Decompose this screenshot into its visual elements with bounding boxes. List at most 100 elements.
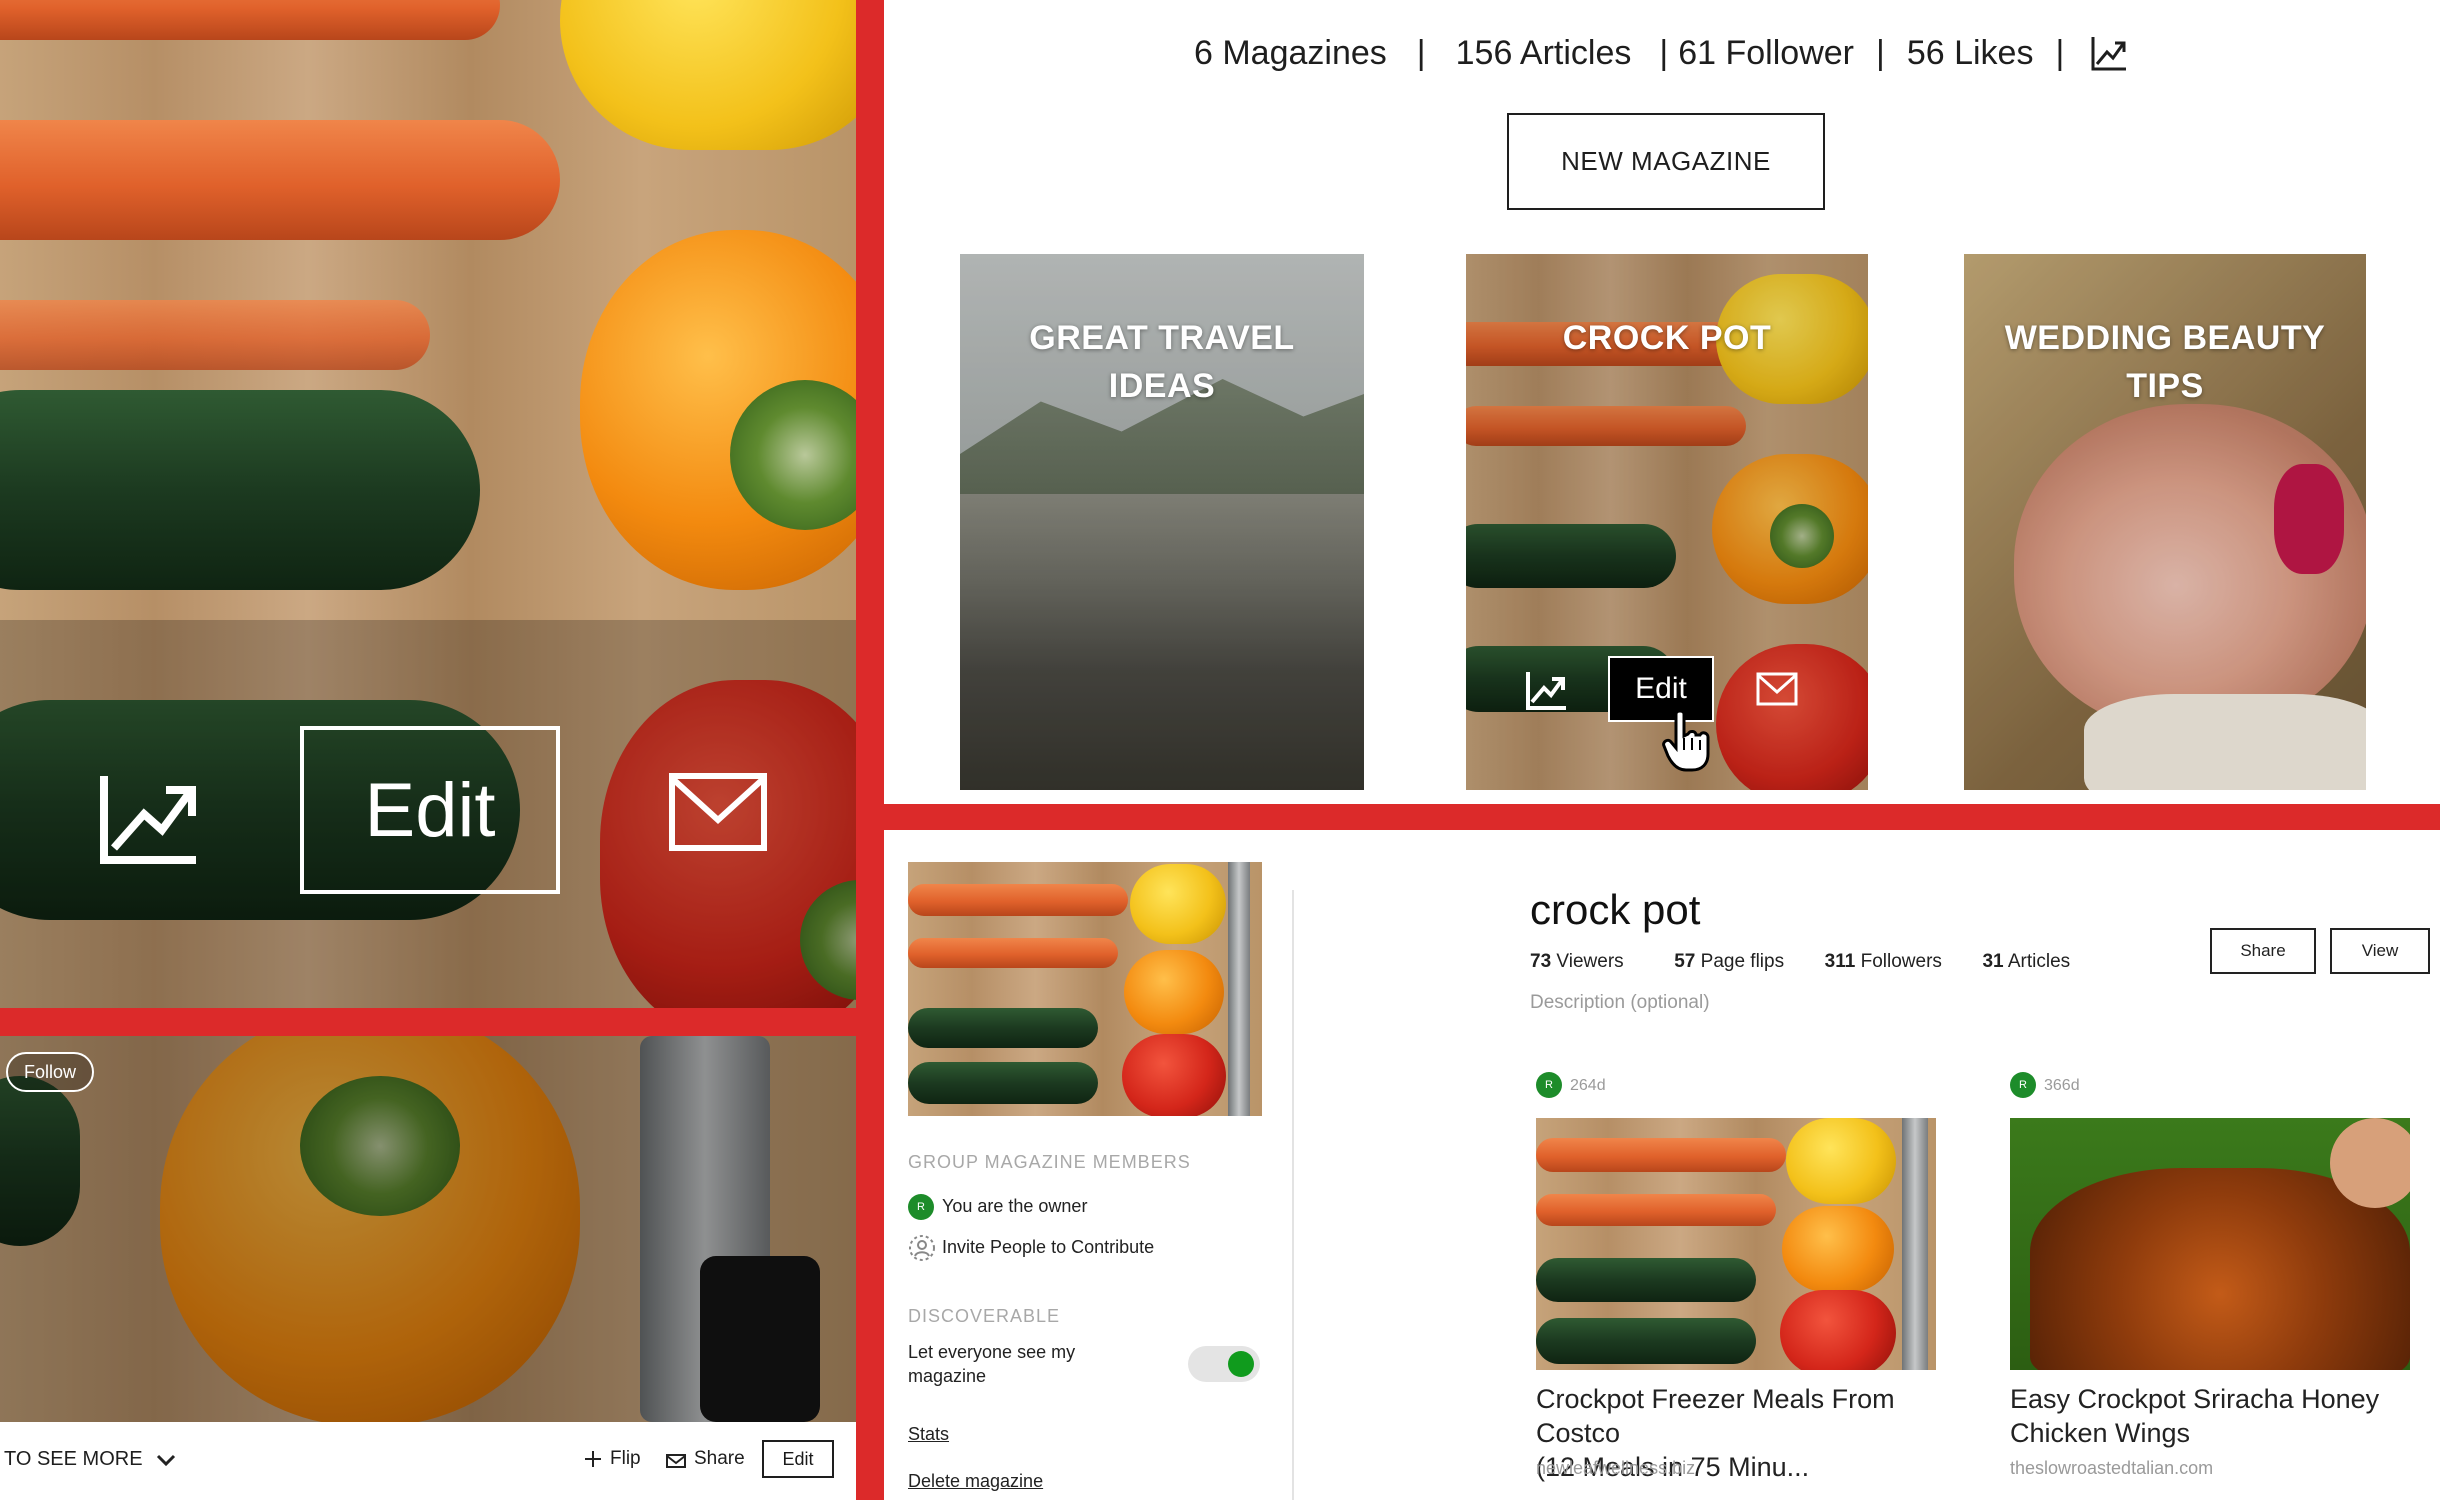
separator: | bbox=[2055, 33, 2065, 72]
yellow-pepper-image bbox=[1786, 1118, 1896, 1204]
zucchini-image bbox=[0, 390, 480, 590]
red-pepper-image bbox=[1122, 1034, 1226, 1116]
carrot-image bbox=[908, 938, 1118, 968]
plus-icon[interactable] bbox=[584, 1450, 602, 1468]
follow-button[interactable]: Follow bbox=[6, 1052, 94, 1092]
edit-button[interactable]: Edit bbox=[762, 1440, 834, 1478]
followers-count[interactable]: 61 Follower bbox=[1678, 34, 1854, 73]
members-heading: GROUP MAGAZINE MEMBERS bbox=[908, 1152, 1191, 1172]
trending-up-icon[interactable] bbox=[2090, 34, 2128, 72]
article-age: 366d bbox=[2044, 1077, 2080, 1094]
image-overlay bbox=[0, 1036, 856, 1422]
magazine-stats: 73 Viewers 57 Page flips 311 Followers 3… bbox=[1530, 951, 2070, 973]
title-line: TIPS bbox=[2126, 367, 2204, 405]
invite-link[interactable]: Invite People to Contribute bbox=[942, 1237, 1154, 1258]
magazine-card-crock-pot[interactable]: CROCK POT Edit bbox=[1466, 254, 1868, 790]
article-source[interactable]: newleafwellness.biz bbox=[1536, 1458, 1695, 1479]
viewers-label: Viewers bbox=[1556, 951, 1624, 972]
share-button[interactable]: Share bbox=[2210, 928, 2316, 974]
card-preview-image bbox=[0, 1036, 856, 1422]
carrot-image bbox=[0, 120, 560, 240]
title-line: CROCK POT bbox=[1562, 319, 1772, 357]
see-more-label[interactable]: TO SEE MORE bbox=[4, 1448, 143, 1471]
title-line: IDEAS bbox=[1108, 367, 1216, 405]
viewers-count: 73 bbox=[1530, 951, 1552, 972]
discoverable-label-line: Let everyone see my bbox=[908, 1342, 1076, 1362]
separator: | bbox=[1416, 33, 1426, 72]
new-magazine-button[interactable]: NEW MAGAZINE bbox=[1507, 113, 1825, 210]
trending-up-icon[interactable] bbox=[96, 768, 200, 868]
articles-count: 31 bbox=[1982, 951, 2004, 972]
mail-icon[interactable] bbox=[666, 1453, 686, 1468]
magazines-count[interactable]: 6 Magazines bbox=[1194, 34, 1387, 73]
sidebar-divider bbox=[1292, 890, 1294, 1500]
invite-icon[interactable] bbox=[908, 1234, 936, 1262]
hand-image bbox=[2330, 1118, 2410, 1208]
separator: | bbox=[1875, 33, 1885, 72]
separator: | bbox=[1659, 33, 1669, 72]
article-image[interactable] bbox=[1536, 1118, 1936, 1370]
red-pepper-image bbox=[1780, 1290, 1896, 1370]
carrot-image bbox=[0, 300, 430, 370]
toggle-knob bbox=[1228, 1351, 1254, 1377]
yellow-pepper-image bbox=[560, 0, 856, 150]
flip-button[interactable]: Flip bbox=[610, 1448, 641, 1470]
stats-link[interactable]: Stats bbox=[908, 1424, 949, 1445]
followers-label: Followers bbox=[1860, 951, 1942, 972]
magazine-title: WEDDING BEAUTY TIPS bbox=[1964, 314, 2366, 410]
avatar: R bbox=[908, 1194, 934, 1220]
orange-pepper-image bbox=[1782, 1206, 1894, 1292]
followers-count: 311 bbox=[1824, 951, 1856, 972]
discoverable-heading: DISCOVERABLE bbox=[908, 1306, 1061, 1326]
divider bbox=[884, 804, 2440, 830]
zucchini-image bbox=[908, 1062, 1098, 1104]
yellow-pepper-image bbox=[1130, 864, 1226, 944]
magazine-title: crock pot bbox=[1530, 886, 1701, 933]
card-action-bar: TO SEE MORE Flip Share Edit bbox=[0, 1422, 856, 1500]
articles-count[interactable]: 156 Articles bbox=[1456, 34, 1632, 73]
zucchini-image bbox=[1536, 1258, 1756, 1302]
article-age: 264d bbox=[1570, 1077, 1606, 1094]
discoverable-label: Let everyone see my magazine bbox=[908, 1340, 1075, 1388]
avatar: R bbox=[2010, 1072, 2036, 1098]
title-line: GREAT TRAVEL bbox=[1029, 319, 1295, 357]
pillow-image bbox=[2084, 694, 2366, 790]
discoverable-label-line: magazine bbox=[908, 1366, 987, 1386]
page-flips-count: 57 bbox=[1674, 951, 1696, 972]
zucchini-image bbox=[1536, 1318, 1756, 1364]
mail-icon[interactable] bbox=[668, 772, 768, 852]
article-title[interactable]: Easy Crockpot Sriracha Honey Chicken Win… bbox=[2010, 1382, 2410, 1450]
carrot-image bbox=[908, 884, 1128, 916]
orange-pepper-image bbox=[1124, 950, 1224, 1034]
articles-label: Articles bbox=[2007, 951, 2071, 972]
chevron-down-icon[interactable] bbox=[156, 1452, 176, 1467]
owner-label: You are the owner bbox=[942, 1196, 1088, 1216]
description-field[interactable]: Description (optional) bbox=[1530, 992, 1710, 1014]
magazine-cover-thumbnail[interactable] bbox=[908, 862, 1262, 1116]
trending-up-icon[interactable] bbox=[1524, 668, 1568, 712]
article-title-line: Easy Crockpot Sriracha Honey bbox=[2010, 1384, 2380, 1414]
view-button[interactable]: View bbox=[2330, 928, 2430, 974]
article-image[interactable] bbox=[2010, 1118, 2410, 1370]
share-button[interactable]: Share bbox=[694, 1448, 745, 1470]
article-source[interactable]: theslowroastedtalian.com bbox=[2010, 1458, 2213, 1479]
edit-button[interactable]: Edit bbox=[300, 726, 560, 894]
magazine-title: GREAT TRAVEL IDEAS bbox=[960, 314, 1364, 410]
zucchini-image bbox=[908, 1008, 1098, 1048]
title-line: WEDDING BEAUTY bbox=[2004, 319, 2326, 357]
knife-image bbox=[1228, 862, 1250, 1116]
delete-magazine-link[interactable]: Delete magazine bbox=[908, 1471, 1043, 1492]
magazine-card-travel[interactable]: GREAT TRAVEL IDEAS bbox=[960, 254, 1364, 790]
discoverable-toggle[interactable] bbox=[1188, 1346, 1260, 1382]
mail-icon[interactable] bbox=[1756, 672, 1798, 706]
carrot-image bbox=[1536, 1138, 1786, 1172]
page-flips-label: Page flips bbox=[1700, 951, 1785, 972]
divider bbox=[856, 0, 884, 1500]
profile-stats: 6 Magazines | 156 Articles | 61 Follower… bbox=[1194, 28, 2128, 78]
magazine-card-wedding[interactable]: WEDDING BEAUTY TIPS bbox=[1964, 254, 2366, 790]
likes-count[interactable]: 56 Likes bbox=[1907, 34, 2034, 73]
zoomed-card-image: Edit bbox=[0, 0, 856, 1008]
article-title-line: Chicken Wings bbox=[2010, 1418, 2191, 1448]
article-title-line: Crockpot Freezer Meals From Costco bbox=[1536, 1384, 1895, 1448]
hand-cursor-icon bbox=[1662, 709, 1712, 772]
